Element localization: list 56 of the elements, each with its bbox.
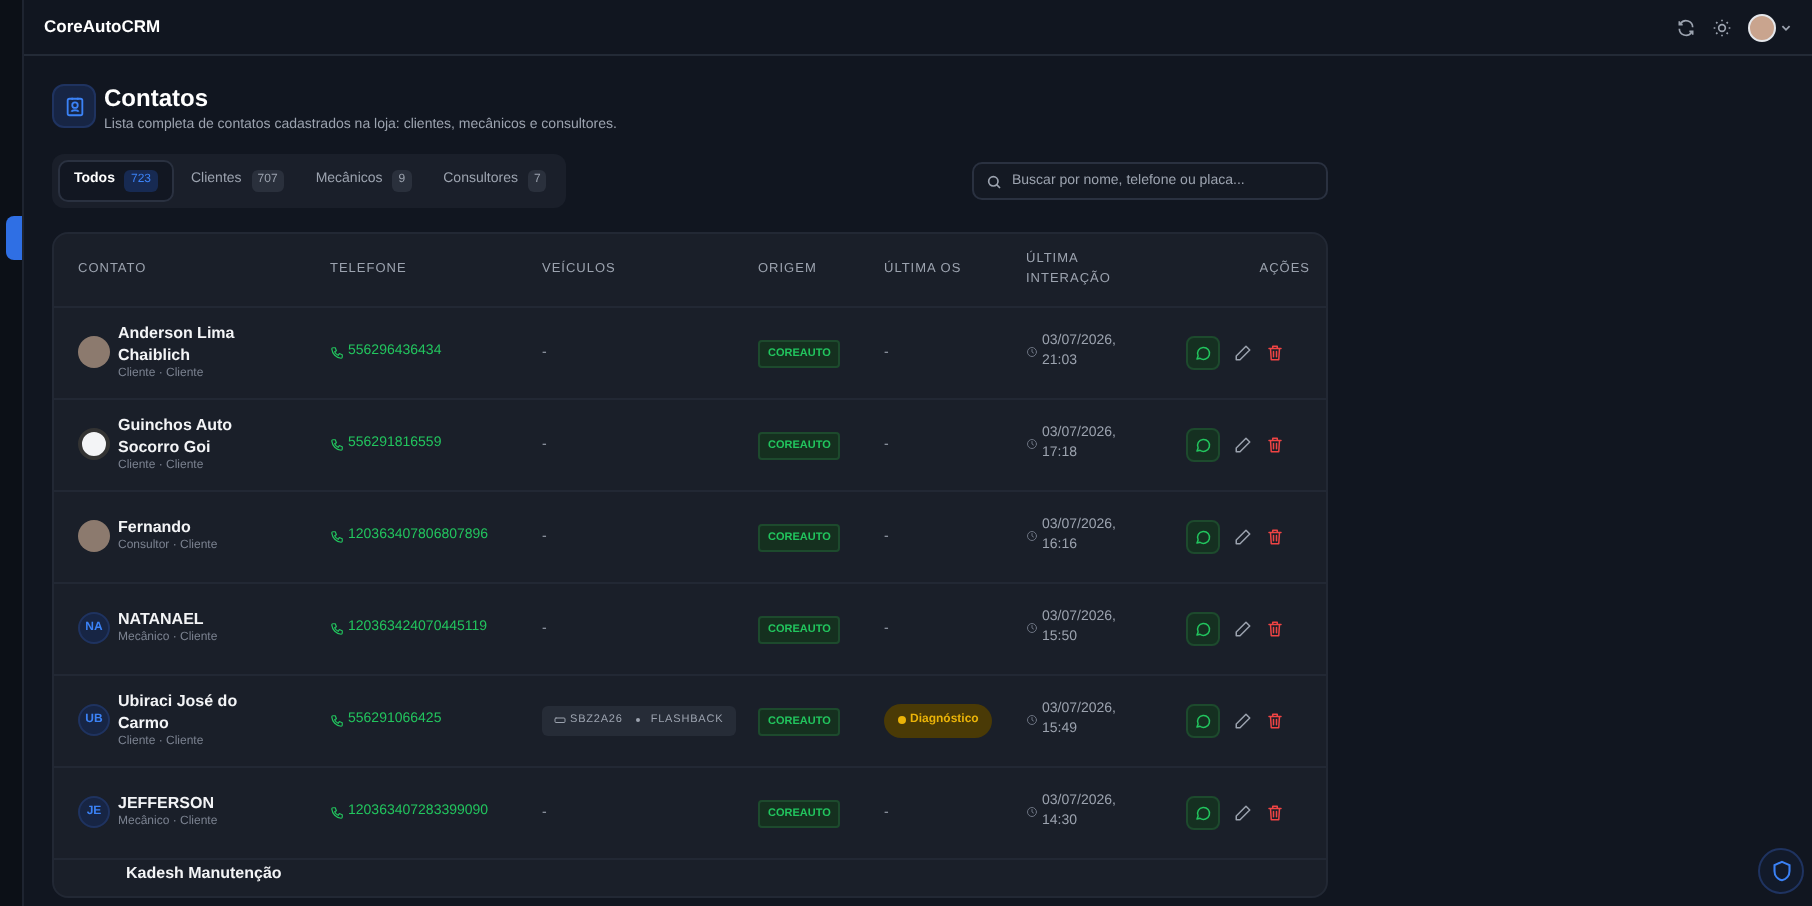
chat-bubble-icon (1194, 527, 1212, 546)
clock-icon (1026, 346, 1038, 359)
pencil-icon[interactable] (1234, 619, 1252, 638)
chat-button[interactable] (1186, 519, 1220, 554)
chat-button[interactable] (1186, 703, 1220, 738)
pencil-icon[interactable] (1234, 711, 1252, 730)
pencil-icon[interactable] (1234, 435, 1252, 454)
shield-button[interactable] (1758, 848, 1804, 894)
chat-bubble-icon (1194, 619, 1212, 638)
shield-icon (1771, 860, 1791, 882)
contact-name: JEFFERSON (118, 792, 217, 815)
contact-name: Anderson Lima Chaiblich (118, 321, 237, 367)
pencil-icon[interactable] (1234, 803, 1252, 822)
contact-name: Guinchos Auto Socorro Goi (118, 413, 235, 459)
logo-avatar (78, 428, 110, 461)
clock-icon (1026, 438, 1038, 451)
clock-icon (1026, 806, 1038, 819)
chat-bubble-icon (1194, 711, 1212, 730)
chat-button[interactable] (1186, 795, 1220, 830)
photo-placeholder (78, 336, 110, 369)
page-title: Contatos (104, 84, 210, 113)
chat-bubble-icon (1194, 343, 1212, 362)
sidebar-indicator (6, 216, 22, 260)
contact-card-icon (52, 84, 96, 128)
contact-name: Ubiraci José do Carmo (118, 689, 240, 735)
chat-button[interactable] (1186, 427, 1220, 462)
chat-button[interactable] (1186, 335, 1220, 370)
trash-icon[interactable] (1266, 711, 1284, 730)
phone-icon (330, 437, 344, 452)
trash-icon[interactable] (1266, 619, 1284, 638)
phone-icon (330, 621, 344, 636)
chat-button[interactable] (1186, 611, 1220, 646)
clock-icon (1026, 530, 1038, 543)
phone-icon (330, 805, 344, 820)
brand-name: CoreAutoCRM (44, 14, 161, 40)
phone-icon (330, 345, 344, 360)
user-avatar[interactable] (1748, 13, 1776, 41)
chat-bubble-icon (1194, 803, 1212, 822)
clock-icon (1026, 714, 1038, 727)
contact-name: NATANAEL (118, 608, 206, 631)
trash-icon[interactable] (1266, 527, 1284, 546)
chevron-down-icon[interactable] (1780, 21, 1792, 33)
chat-bubble-icon (1194, 435, 1212, 454)
phone-icon (330, 713, 344, 728)
phone-icon (330, 529, 344, 544)
trash-icon[interactable] (1266, 803, 1284, 822)
contact-name: Fernando (118, 516, 193, 539)
refresh-icon[interactable] (1676, 17, 1696, 37)
sun-icon[interactable] (1712, 17, 1732, 37)
pencil-icon[interactable] (1234, 527, 1252, 546)
trash-icon[interactable] (1266, 343, 1284, 362)
trash-icon[interactable] (1266, 435, 1284, 454)
clock-icon (1026, 622, 1038, 635)
pencil-icon[interactable] (1234, 343, 1252, 362)
photo-placeholder (78, 520, 110, 553)
contact-name: Kadesh Manutenção (126, 861, 282, 885)
